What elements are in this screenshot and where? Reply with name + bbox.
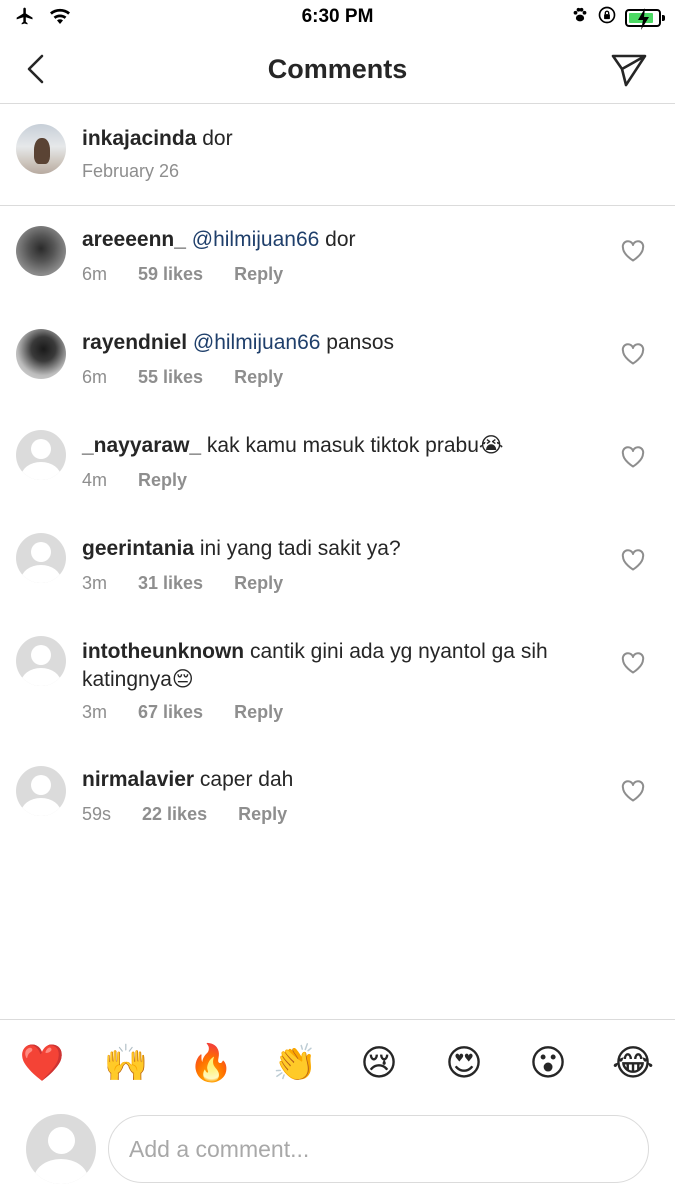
comment-time: 6m <box>82 367 108 387</box>
like-button[interactable] <box>621 549 645 571</box>
comment-time: 6m <box>82 264 108 284</box>
page-title: Comments <box>267 54 408 84</box>
likes-count[interactable]: 31 likes <box>138 573 203 594</box>
avatar[interactable] <box>16 533 66 583</box>
avatar[interactable] <box>16 766 66 816</box>
like-button[interactable] <box>621 780 645 802</box>
username[interactable]: _nayyaraw_ <box>82 434 201 457</box>
post-caption: inkajacinda dor February 26 <box>0 105 675 206</box>
comment-text: areeeenn_ @hilmijuan66 dor <box>82 226 565 254</box>
avatar[interactable] <box>16 329 66 379</box>
emoji-fire-button[interactable]: 🔥 <box>187 1040 235 1088</box>
comment-meta: 3m 67 likes Reply <box>82 702 314 723</box>
username[interactable]: intotheunknown <box>82 640 244 663</box>
emoji-quick-bar: ❤️ 🙌 🔥 👏 😢 😍 😮 😂 <box>0 1040 675 1088</box>
reply-button[interactable]: Reply <box>234 367 283 388</box>
comment-time: 59s <box>82 804 112 824</box>
comment-body: dor <box>319 228 356 251</box>
heart-icon <box>621 446 645 468</box>
comment-body: caper dah <box>194 768 294 791</box>
comment-body: kak kamu masuk tiktok prabu😭 <box>201 434 504 457</box>
username[interactable]: inkajacinda <box>82 127 196 150</box>
avatar[interactable] <box>16 226 66 276</box>
emoji-bar-divider <box>0 1019 675 1020</box>
likes-count[interactable]: 55 likes <box>138 367 203 388</box>
like-button[interactable] <box>621 343 645 365</box>
avatar[interactable] <box>16 636 66 686</box>
caption-body: dor <box>196 127 233 150</box>
reply-button[interactable]: Reply <box>234 264 283 285</box>
comment-body: ini yang tadi sakit ya? <box>194 537 401 560</box>
heart-icon <box>621 780 645 802</box>
comment-text: intotheunknown cantik gini ada yg nyanto… <box>82 638 565 694</box>
comment-meta: 6m 55 likes Reply <box>82 367 314 388</box>
like-button[interactable] <box>621 240 645 262</box>
comment-time: 3m <box>82 702 108 722</box>
heart-icon <box>621 549 645 571</box>
mention-link[interactable]: @hilmijuan66 <box>192 228 320 251</box>
username[interactable]: geerintania <box>82 537 194 560</box>
status-right <box>571 5 665 30</box>
username[interactable]: areeeenn_ <box>82 228 186 251</box>
comment-meta: 59s 22 likes Reply <box>82 804 318 825</box>
paper-plane-icon <box>611 54 647 87</box>
emoji-crying-button[interactable]: 😢 <box>355 1040 403 1088</box>
caption-text: inkajacinda dor <box>82 125 565 153</box>
emoji-raising-hands-button[interactable]: 🙌 <box>102 1040 150 1088</box>
reply-button[interactable]: Reply <box>138 470 187 491</box>
comment-text: nirmalavier caper dah <box>82 766 565 794</box>
caption-meta: February 26 <box>82 161 210 182</box>
likes-count[interactable]: 59 likes <box>138 264 203 285</box>
reply-button[interactable]: Reply <box>234 702 283 723</box>
heart-icon <box>621 343 645 365</box>
comment-meta: 4m Reply <box>82 470 218 491</box>
likes-count[interactable]: 22 likes <box>142 804 207 825</box>
header: Comments <box>0 36 675 104</box>
caption-date: February 26 <box>82 161 180 181</box>
emoji-surprised-button[interactable]: 😮 <box>524 1040 572 1088</box>
heart-icon <box>621 652 645 674</box>
mention-link[interactable]: @hilmijuan66 <box>193 331 321 354</box>
reply-button[interactable]: Reply <box>238 804 287 825</box>
current-user-avatar <box>26 1114 96 1184</box>
comment-meta: 6m 59 likes Reply <box>82 264 314 285</box>
comment-time: 3m <box>82 573 108 593</box>
reply-button[interactable]: Reply <box>234 573 283 594</box>
status-bar: 6:30 PM <box>0 0 675 36</box>
comment-input[interactable] <box>108 1115 649 1183</box>
comment-body: pansos <box>320 331 395 354</box>
emoji-heart-button[interactable]: ❤️ <box>18 1040 66 1088</box>
paw-icon <box>571 6 589 29</box>
like-button[interactable] <box>621 652 645 674</box>
emoji-heart-eyes-button[interactable]: 😍 <box>440 1040 488 1088</box>
like-button[interactable] <box>621 446 645 468</box>
username[interactable]: nirmalavier <box>82 768 194 791</box>
battery-icon <box>625 7 665 30</box>
heart-icon <box>621 240 645 262</box>
username[interactable]: rayendniel <box>82 331 187 354</box>
rotation-lock-icon <box>597 5 617 30</box>
avatar[interactable] <box>16 430 66 480</box>
comment-text: rayendniel @hilmijuan66 pansos <box>82 329 565 357</box>
comment-time: 4m <box>82 470 108 490</box>
comment-text: _nayyaraw_ kak kamu masuk tiktok prabu😭 <box>82 432 565 460</box>
share-button[interactable] <box>609 50 649 90</box>
comment-meta: 3m 31 likes Reply <box>82 573 314 594</box>
comment-text: geerintania ini yang tadi sakit ya? <box>82 535 565 563</box>
emoji-laughing-button[interactable]: 😂 <box>609 1040 657 1088</box>
avatar[interactable] <box>16 124 66 174</box>
emoji-clap-button[interactable]: 👏 <box>271 1040 319 1088</box>
likes-count[interactable]: 67 likes <box>138 702 203 723</box>
